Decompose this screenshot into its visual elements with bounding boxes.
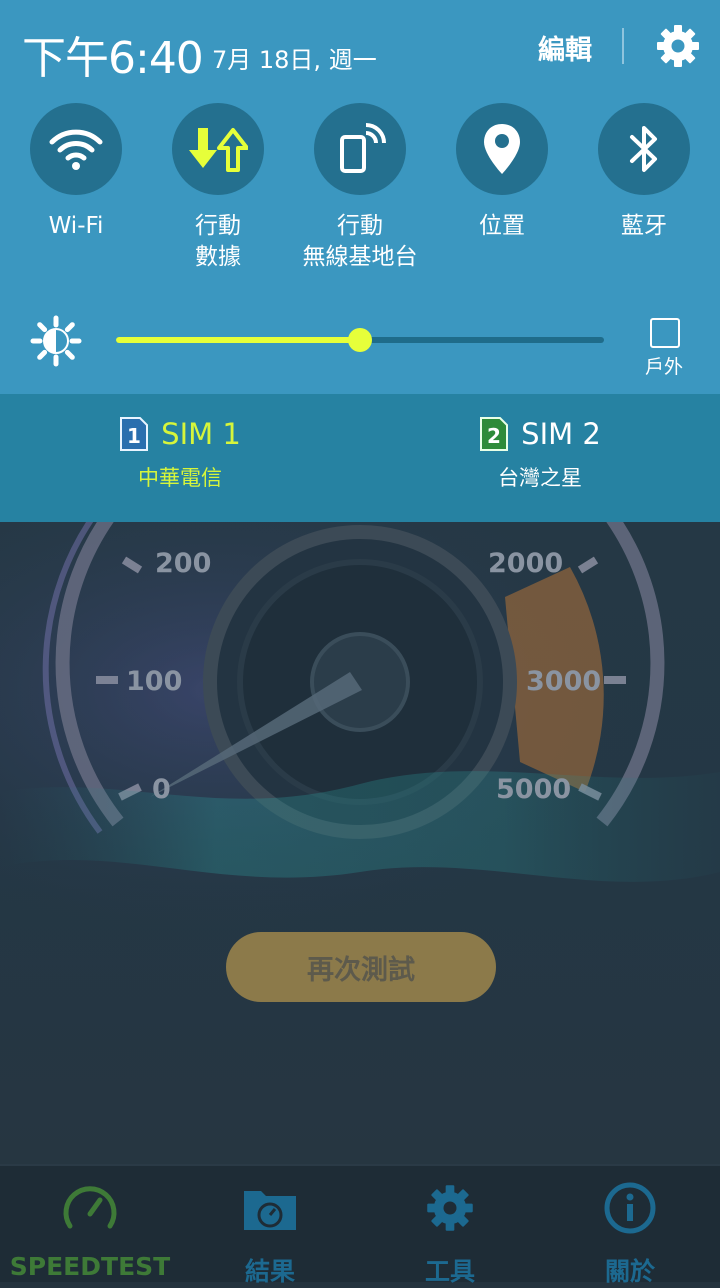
tab-results[interactable]: 結果 — [180, 1178, 360, 1288]
results-folder-icon — [244, 1191, 296, 1230]
location-icon — [484, 124, 520, 174]
tab-about[interactable]: 關於 — [540, 1178, 720, 1288]
tab-speedtest-label: SPEEDTEST — [9, 1252, 171, 1281]
qs-wifi-toggle[interactable]: Wi-Fi — [6, 103, 146, 242]
qs-location-button[interactable] — [456, 103, 548, 195]
qs-location-toggle[interactable]: 位置 — [432, 103, 572, 242]
tab-speedtest[interactable]: SPEEDTEST — [0, 1178, 180, 1281]
qs-hotspot-label: 行動 無線基地台 — [302, 213, 418, 270]
tab-about-label: 關於 — [604, 1257, 655, 1286]
qs-bluetooth-button[interactable] — [598, 103, 690, 195]
qs-wifi-button[interactable] — [30, 103, 122, 195]
brightness-fill — [116, 337, 360, 343]
sim1-name: SIM 1 — [161, 417, 241, 451]
gauge-label-0: 0 — [152, 774, 171, 805]
header-divider — [622, 28, 624, 64]
sim2-card-icon: 2 — [479, 416, 509, 452]
bottom-tab-bar: SPEEDTEST 結果 工具 關於 — [0, 1164, 720, 1286]
qs-mobile-data-toggle[interactable]: 行動 數據 — [148, 103, 288, 273]
sim1-number: 1 — [127, 424, 141, 448]
qs-hotspot-toggle[interactable]: 行動 無線基地台 — [290, 103, 430, 273]
gauge-label-3000: 3000 — [526, 666, 601, 697]
sim2-name: SIM 2 — [521, 417, 601, 451]
wifi-icon — [49, 129, 103, 170]
sim1-carrier: 中華電信 — [138, 466, 222, 490]
qs-mobile-data-button[interactable] — [172, 103, 264, 195]
sim2-number: 2 — [487, 424, 501, 448]
bluetooth-icon — [630, 126, 657, 172]
qs-bluetooth-toggle[interactable]: 藍牙 — [574, 103, 714, 242]
tab-results-label: 結果 — [244, 1257, 295, 1286]
sim-selector-bar: 1 SIM 1 中華電信 2 SIM 2 台灣之星 — [0, 394, 720, 522]
mobile-data-icon — [189, 128, 248, 172]
gauge-label-200: 200 — [155, 548, 211, 579]
qs-bluetooth-label: 藍牙 — [621, 213, 667, 239]
gear-icon — [427, 1185, 473, 1231]
info-icon — [604, 1182, 656, 1234]
outdoor-label: 戶外 — [644, 356, 683, 378]
sim2-carrier: 台灣之星 — [498, 466, 582, 490]
qs-wifi-label: Wi-Fi — [48, 213, 104, 239]
sim1-card-icon: 1 — [119, 416, 149, 452]
qs-hotspot-button[interactable] — [314, 103, 406, 195]
speed-gauge: 200 100 0 2000 3000 5000 — [0, 522, 720, 942]
brightness-slider[interactable] — [116, 328, 604, 352]
hotspot-icon — [340, 123, 386, 173]
gauge-label-100: 100 — [126, 666, 182, 697]
sim2-option[interactable]: 2 SIM 2 台灣之星 — [420, 416, 660, 492]
gauge-label-2000: 2000 — [488, 548, 563, 579]
tab-tools[interactable]: 工具 — [360, 1178, 540, 1288]
status-time: 下午6:40 — [22, 33, 204, 84]
notification-shade: 下午6:40 7月 18日, 週一 編輯 Wi-Fi 行動 數據 行動 無線基地… — [0, 0, 720, 394]
brightness-thumb[interactable] — [348, 328, 372, 352]
outdoor-checkbox[interactable] — [650, 318, 680, 348]
brightness-icon — [30, 315, 82, 367]
status-date: 7月 18日, 週一 — [212, 46, 377, 74]
qs-mobile-data-label: 行動 數據 — [195, 213, 241, 270]
test-again-button[interactable]: 再次測試 — [226, 932, 496, 1002]
sim1-option[interactable]: 1 SIM 1 中華電信 — [60, 416, 300, 492]
settings-gear-icon[interactable] — [654, 22, 702, 70]
gauge-label-5000: 5000 — [496, 774, 571, 805]
speedometer-icon — [63, 1186, 117, 1229]
speedtest-app: 200 100 0 2000 3000 5000 再次測試 — [0, 522, 720, 1164]
edit-button[interactable]: 編輯 — [538, 28, 592, 67]
qs-location-label: 位置 — [479, 213, 525, 239]
tab-tools-label: 工具 — [424, 1257, 475, 1286]
